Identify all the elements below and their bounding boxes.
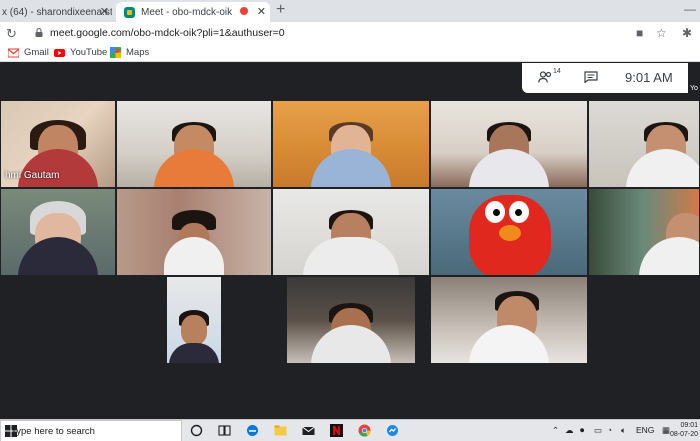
recording-icon xyxy=(240,7,248,15)
file-explorer-icon[interactable] xyxy=(274,424,287,437)
new-tab-button[interactable]: + xyxy=(276,1,285,19)
bookmark-label: Maps xyxy=(126,47,150,58)
language-indicator[interactable]: ENG xyxy=(636,425,654,435)
system-date: 08-07-20 xyxy=(669,431,698,438)
meet-icon xyxy=(124,6,135,18)
participant-tile[interactable] xyxy=(116,100,272,188)
taskbar: Type here to search ⌃ ☁ ⏺ ▭ ◔ 🔈︎ ENG ▦ 0… xyxy=(0,419,700,441)
bookmark-label: YouTube xyxy=(70,47,108,58)
meeting-time: 9:01 AM xyxy=(625,70,673,85)
maps-icon xyxy=(110,47,121,58)
task-view-icon[interactable] xyxy=(218,424,231,437)
edge-icon[interactable] xyxy=(246,424,259,437)
browser-toolbar: ↻ meet.google.com/obo-mdck-oik?pli=1&aut… xyxy=(0,22,700,45)
cloud-icon[interactable]: ☁ xyxy=(565,425,574,436)
bookmark-gmail[interactable]: Gmail xyxy=(8,47,49,58)
participant-tile[interactable] xyxy=(430,188,588,276)
participant-tile[interactable] xyxy=(588,100,700,188)
participant-tile[interactable] xyxy=(272,188,430,276)
taskbar-search[interactable]: Type here to search xyxy=(0,420,182,441)
cortana-icon[interactable] xyxy=(190,424,203,437)
wifi-icon[interactable]: ◔ xyxy=(607,425,612,435)
chrome-icon[interactable] xyxy=(358,424,371,437)
star-icon[interactable]: ☆ xyxy=(656,26,667,40)
tab-title: x (64) - sharondixeena.stanle xyxy=(2,6,112,18)
bookmarks-bar: Gmail YouTube Maps xyxy=(0,45,700,62)
bookmark-label: Gmail xyxy=(24,47,49,58)
participant-tile[interactable] xyxy=(272,100,430,188)
close-icon[interactable]: ✕ xyxy=(100,5,109,18)
gmail-icon xyxy=(8,48,19,58)
microphone-icon[interactable]: ⏺ xyxy=(580,425,584,436)
tab-inbox[interactable]: x (64) - sharondixeena.stanle ✕ xyxy=(0,2,112,22)
camera-icon[interactable]: ■ xyxy=(636,26,643,40)
reload-icon[interactable]: ↻ xyxy=(6,26,17,42)
participant-tile[interactable] xyxy=(166,276,222,364)
participant-count: 14 xyxy=(553,68,561,75)
close-icon[interactable]: ✕ xyxy=(257,5,266,18)
battery-icon[interactable]: ▭ xyxy=(594,425,602,436)
meet-top-bar: 14 9:01 AM xyxy=(522,63,688,93)
system-clock[interactable]: 09:01 08-07-20 xyxy=(670,421,698,439)
address-bar[interactable]: meet.google.com/obo-mdck-oik?pli=1&authu… xyxy=(50,27,285,39)
participant-tile[interactable] xyxy=(430,276,588,364)
tray-chevron-icon[interactable]: ⌃ xyxy=(552,425,559,436)
minimize-icon[interactable]: — xyxy=(684,2,696,16)
youtube-icon xyxy=(54,49,65,57)
netflix-icon[interactable] xyxy=(330,424,343,437)
participant-tile[interactable] xyxy=(116,188,272,276)
people-icon[interactable] xyxy=(538,71,552,83)
chat-icon[interactable] xyxy=(584,71,598,83)
participant-tile[interactable] xyxy=(430,100,588,188)
tab-meet[interactable]: Meet - obo-mdck-oik ✕ xyxy=(116,2,270,22)
meet-video-grid: hmi Gautam 14 9:01 AM Yo xyxy=(0,63,700,419)
tab-title: Meet - obo-mdck-oik xyxy=(141,6,233,18)
keyboard-icon[interactable]: ▦ xyxy=(662,425,670,436)
bookmark-maps[interactable]: Maps xyxy=(110,47,149,58)
volume-icon[interactable]: 🔈︎ xyxy=(621,425,626,436)
mail-icon[interactable] xyxy=(302,424,315,437)
bookmark-youtube[interactable]: YouTube xyxy=(54,47,107,58)
participant-tile[interactable]: hmi Gautam xyxy=(0,100,116,188)
screen: x (64) - sharondixeena.stanle ✕ Meet - o… xyxy=(0,0,700,441)
extension-icon[interactable]: ✱ xyxy=(682,26,692,40)
participant-tile[interactable] xyxy=(286,276,416,364)
lock-icon xyxy=(35,28,43,37)
system-time: 09:01 xyxy=(680,422,698,429)
tab-strip: x (64) - sharondixeena.stanle ✕ Meet - o… xyxy=(0,0,700,22)
participant-tile[interactable] xyxy=(0,188,116,276)
participant-name: hmi Gautam xyxy=(5,170,60,181)
messenger-icon[interactable] xyxy=(386,424,399,437)
participant-tile[interactable] xyxy=(588,188,700,276)
search-placeholder: Type here to search xyxy=(11,426,95,437)
self-view-label: Yo xyxy=(690,85,698,92)
